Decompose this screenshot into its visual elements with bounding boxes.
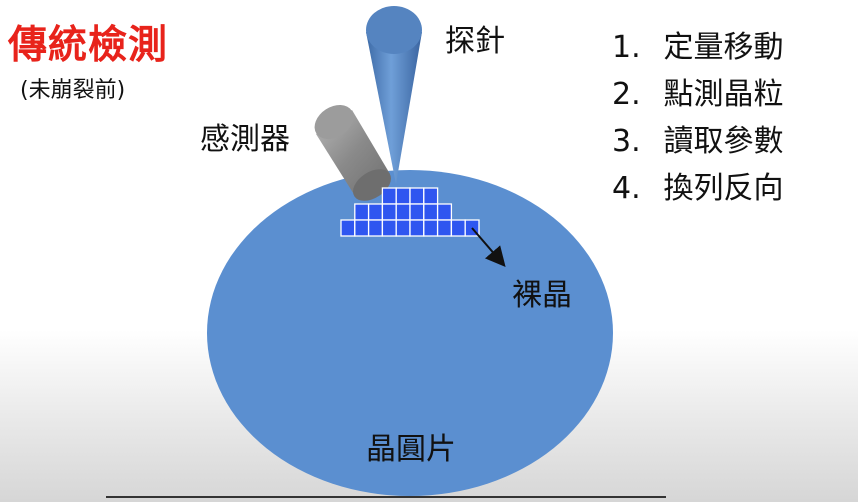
die-cell [367, 219, 384, 237]
die-cell [423, 203, 439, 221]
die-cell [409, 187, 425, 205]
die-cell [409, 203, 425, 221]
die-cell [367, 203, 384, 221]
die-cell [436, 219, 453, 237]
sensor-label: 感測器 [200, 122, 290, 157]
die-cell [354, 219, 370, 237]
die-cell [340, 219, 356, 237]
die-cell [354, 203, 370, 221]
divider-line [106, 496, 666, 498]
die-cell [395, 203, 411, 221]
probe-label: 探針 [445, 24, 505, 59]
wafer-label: 晶圓片 [366, 432, 456, 467]
die-cell [395, 219, 411, 237]
die-cell [381, 203, 397, 221]
die-cell [436, 203, 453, 221]
die-cell [381, 219, 397, 237]
die-cell [395, 187, 411, 205]
die-cell [381, 187, 397, 205]
die-cell [409, 219, 425, 237]
die-cell [423, 187, 439, 205]
die-label: 裸晶 [512, 278, 572, 313]
die-cell [450, 219, 466, 237]
die-cell [423, 219, 439, 237]
